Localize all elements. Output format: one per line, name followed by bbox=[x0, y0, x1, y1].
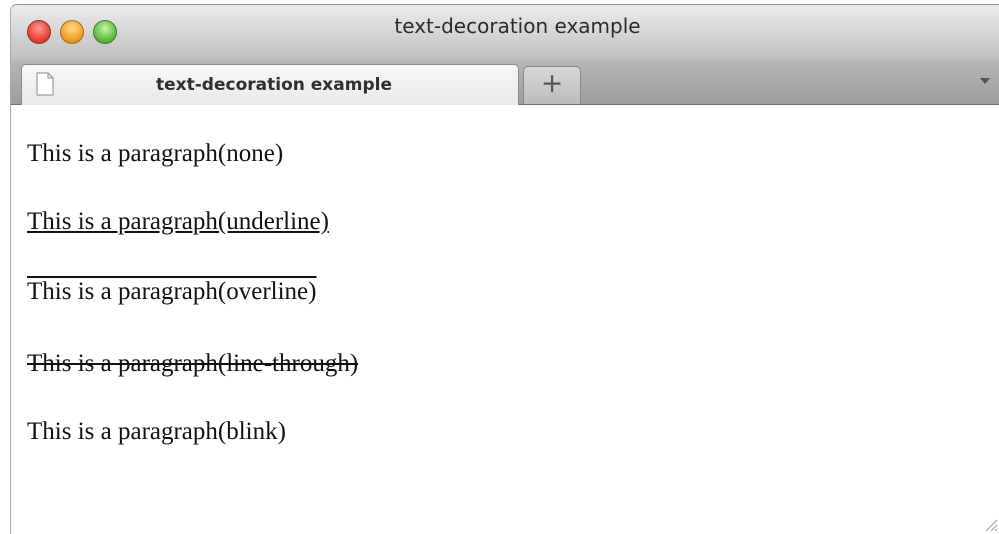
title-bar[interactable]: text-decoration example bbox=[11, 5, 999, 62]
browser-window: text-decoration example text-decoration … bbox=[10, 4, 999, 534]
resize-grip-icon[interactable] bbox=[982, 516, 998, 532]
paragraph-underline: This is a paragraph(underline) bbox=[27, 208, 329, 235]
tab-bar: text-decoration example + bbox=[11, 61, 999, 105]
tab-active[interactable]: text-decoration example bbox=[21, 64, 519, 105]
window-title: text-decoration example bbox=[394, 14, 641, 38]
page-content: This is a paragraph(none) This is a para… bbox=[11, 105, 999, 534]
paragraph-overline: This is a paragraph(overline) bbox=[27, 278, 317, 305]
chevron-down-icon[interactable] bbox=[980, 78, 990, 84]
paragraph-none: This is a paragraph(none) bbox=[27, 140, 284, 167]
new-tab-button[interactable]: + bbox=[523, 66, 581, 104]
paragraph-line-through: This is a paragraph(line-through) bbox=[27, 350, 359, 377]
tab-label: text-decoration example bbox=[156, 75, 392, 95]
paragraph-blink: This is a paragraph(blink) bbox=[27, 418, 286, 445]
